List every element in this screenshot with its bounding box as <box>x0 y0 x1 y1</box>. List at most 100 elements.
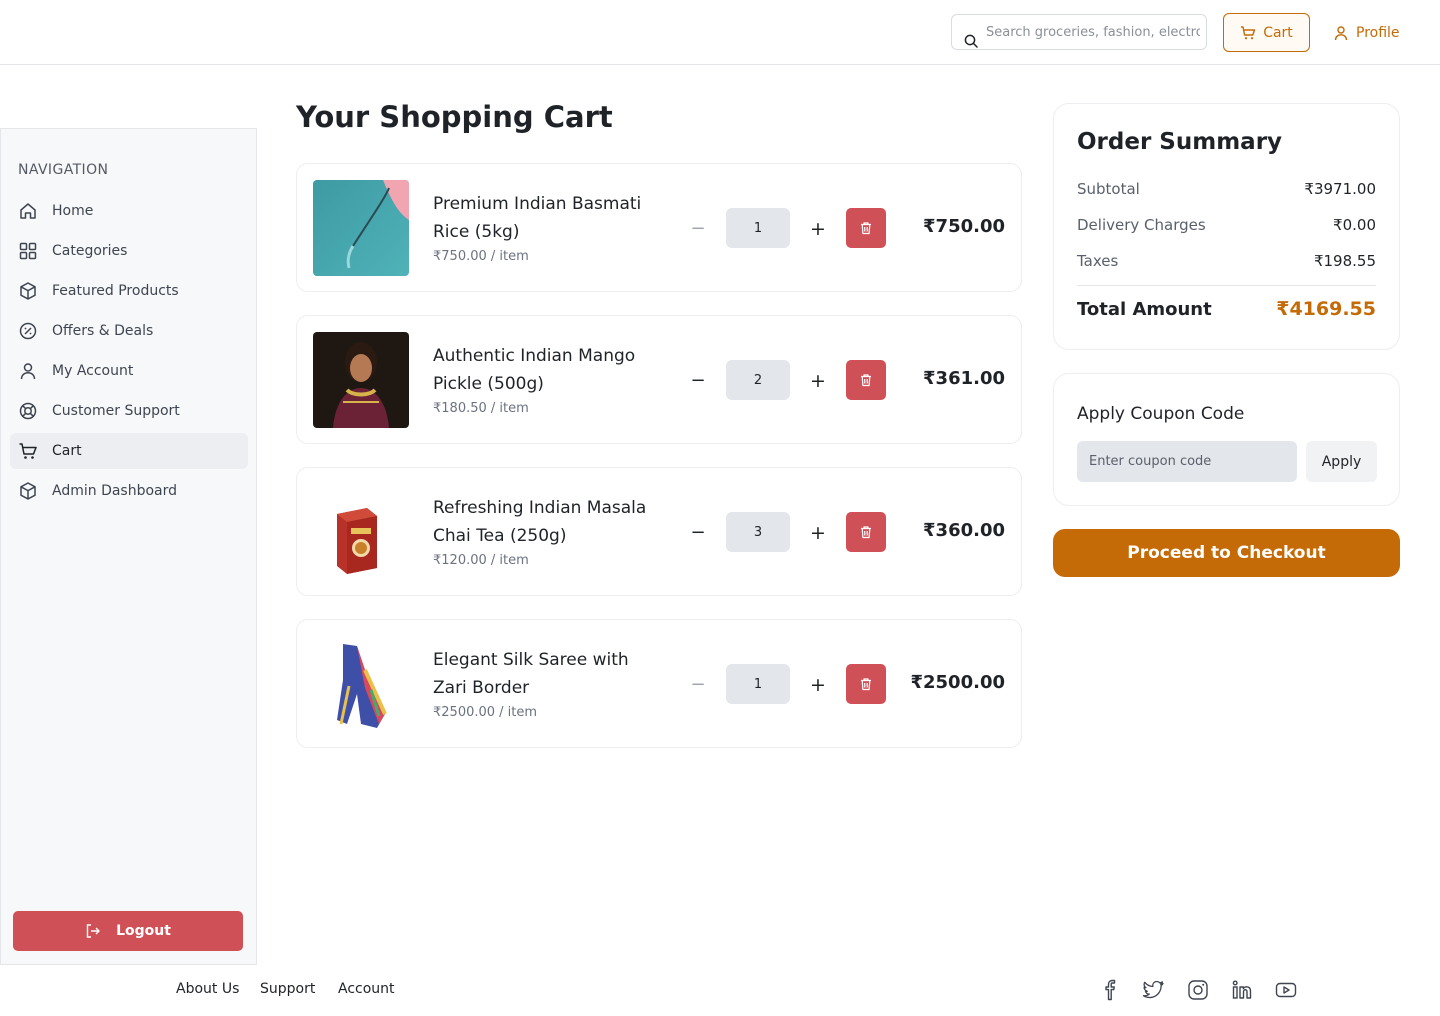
remove-item-button[interactable] <box>846 664 886 704</box>
coupon-panel: Apply Coupon Code Apply <box>1053 373 1400 506</box>
sidebar-item-customer-support[interactable]: Customer Support <box>10 393 248 429</box>
decrease-quantity-button[interactable]: − <box>687 372 709 390</box>
twitter-icon[interactable] <box>1143 979 1165 1001</box>
delivery-label: Delivery Charges <box>1077 216 1206 234</box>
item-unit-price: ₹180.50 / item <box>433 401 529 416</box>
total-value: ₹4169.55 <box>1276 298 1376 320</box>
cart-item: Authentic Indian Mango Pickle (500g) ₹18… <box>296 315 1022 444</box>
increase-quantity-button[interactable]: + <box>807 524 829 543</box>
box-icon <box>20 482 36 500</box>
sidebar-item-my-account[interactable]: My Account <box>10 353 248 389</box>
linkedin-icon[interactable] <box>1231 979 1253 1001</box>
silk-saree-image <box>313 636 409 732</box>
subtotal-value: ₹3971.00 <box>1304 180 1376 198</box>
taxes-value: ₹198.55 <box>1313 252 1376 270</box>
sidebar-title: NAVIGATION <box>18 162 109 178</box>
subtotal-label: Subtotal <box>1077 180 1140 198</box>
sidebar-item-featured-products[interactable]: Featured Products <box>10 273 248 309</box>
logout-label: Logout <box>116 923 171 939</box>
coupon-title: Apply Coupon Code <box>1077 404 1245 424</box>
quantity-value[interactable]: 1 <box>726 208 790 248</box>
sidebar-item-label: My Account <box>52 363 134 379</box>
cart-item: Premium Indian Basmati Rice (5kg) ₹750.0… <box>296 163 1022 292</box>
search-input[interactable] <box>986 21 1200 43</box>
item-total: ₹360.00 <box>923 520 1005 541</box>
youtube-icon[interactable] <box>1275 979 1297 1001</box>
trash-icon <box>861 526 871 539</box>
page-title: Your Shopping Cart <box>296 100 613 134</box>
cart-item: Refreshing Indian Masala Chai Tea (250g)… <box>296 467 1022 596</box>
trash-icon <box>861 374 871 387</box>
increase-quantity-button[interactable]: + <box>807 372 829 391</box>
coupon-input[interactable] <box>1077 441 1297 482</box>
quantity-value[interactable]: 2 <box>726 360 790 400</box>
apply-coupon-button[interactable]: Apply <box>1306 441 1377 482</box>
sidebar-item-home[interactable]: Home <box>10 193 248 229</box>
remove-item-button[interactable] <box>846 208 886 248</box>
footer-link-account[interactable]: Account <box>338 981 395 997</box>
decrease-quantity-button[interactable]: − <box>687 524 709 542</box>
logout-icon <box>86 924 100 938</box>
remove-item-button[interactable] <box>846 360 886 400</box>
order-summary: Order Summary Subtotal ₹3971.00 Delivery… <box>1053 103 1400 350</box>
top-bar: Cart Profile <box>0 0 1440 65</box>
footer-link-support[interactable]: Support <box>260 981 315 997</box>
facebook-icon[interactable] <box>1099 979 1121 1001</box>
basmati-rice-image <box>313 180 409 276</box>
subtotal-row: Subtotal ₹3971.00 <box>1077 180 1376 198</box>
increase-quantity-button[interactable]: + <box>807 676 829 695</box>
remove-item-button[interactable] <box>846 512 886 552</box>
sidebar-item-label: Categories <box>52 243 128 259</box>
total-label: Total Amount <box>1077 299 1212 320</box>
quantity-value[interactable]: 3 <box>726 512 790 552</box>
cart-icon <box>1241 25 1256 39</box>
sidebar-item-admin-dashboard[interactable]: Admin Dashboard <box>10 473 248 509</box>
lifebuoy-icon <box>19 402 37 420</box>
order-summary-title: Order Summary <box>1077 129 1283 155</box>
delivery-row: Delivery Charges ₹0.00 <box>1077 216 1376 234</box>
sidebar-item-categories[interactable]: Categories <box>10 233 248 269</box>
user-icon <box>20 363 36 380</box>
percent-badge-icon <box>19 322 37 340</box>
checkout-button[interactable]: Proceed to Checkout <box>1053 529 1400 577</box>
sidebar-item-label: Customer Support <box>52 403 180 419</box>
search-box[interactable] <box>951 14 1207 50</box>
header-profile-label: Profile <box>1356 24 1400 41</box>
item-unit-price: ₹750.00 / item <box>433 249 529 264</box>
item-total: ₹361.00 <box>923 368 1005 389</box>
sidebar-item-label: Offers & Deals <box>52 323 154 339</box>
trash-icon <box>861 222 871 235</box>
cart-icon <box>19 443 37 459</box>
user-icon <box>1334 25 1348 40</box>
decrease-quantity-button[interactable]: − <box>687 220 709 238</box>
item-unit-price: ₹120.00 / item <box>433 553 529 568</box>
header-cart-label: Cart <box>1263 24 1293 41</box>
search-icon <box>964 34 978 48</box>
item-name: Premium Indian Basmati Rice (5kg) <box>433 194 642 242</box>
logout-button[interactable]: Logout <box>13 911 243 951</box>
item-total: ₹750.00 <box>923 216 1005 237</box>
total-row: Total Amount ₹4169.55 <box>1077 298 1376 320</box>
sidebar-item-label: Featured Products <box>52 283 179 299</box>
header-profile-button[interactable]: Profile <box>1333 13 1405 52</box>
cart-item: Elegant Silk Saree with Zari Border ₹250… <box>296 619 1022 748</box>
trash-icon <box>861 678 871 691</box>
sidebar-item-cart[interactable]: Cart <box>10 433 248 469</box>
taxes-label: Taxes <box>1077 252 1119 270</box>
sidebar-item-label: Admin Dashboard <box>52 483 178 499</box>
increase-quantity-button[interactable]: + <box>807 220 829 239</box>
header-cart-button[interactable]: Cart <box>1223 13 1310 52</box>
item-total: ₹2500.00 <box>910 672 1005 693</box>
item-name: Authentic Indian Mango Pickle (500g) <box>433 346 636 394</box>
mango-pickle-image <box>313 332 409 428</box>
footer-link-about[interactable]: About Us <box>176 981 239 997</box>
summary-divider <box>1077 285 1376 286</box>
sidebar-item-label: Cart <box>52 443 82 459</box>
quantity-value[interactable]: 1 <box>726 664 790 704</box>
masala-chai-image <box>313 484 409 580</box>
sidebar-item-label: Home <box>52 203 94 219</box>
instagram-icon[interactable] <box>1187 979 1209 1001</box>
decrease-quantity-button[interactable]: − <box>687 676 709 694</box>
delivery-value: ₹0.00 <box>1333 216 1376 234</box>
sidebar-item-offers-deals[interactable]: Offers & Deals <box>10 313 248 349</box>
